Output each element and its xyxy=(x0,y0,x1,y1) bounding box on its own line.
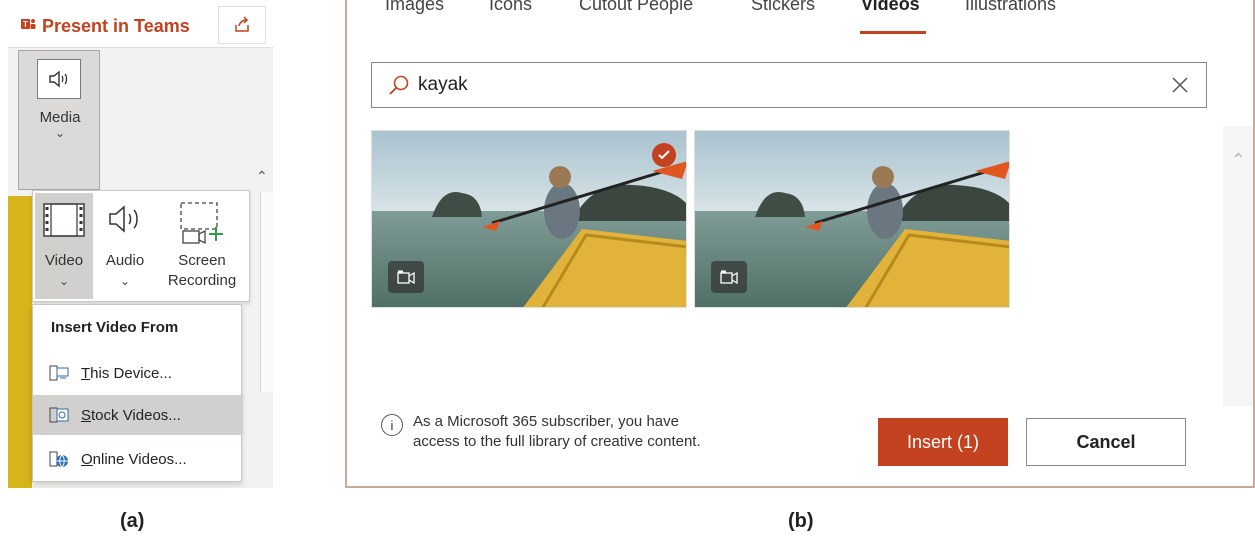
item-label-rest: tock Videos... xyxy=(91,406,181,424)
video-camera-icon xyxy=(711,261,747,293)
stock-video-icon xyxy=(49,406,69,424)
tab-illustrations[interactable]: Illustrations xyxy=(965,0,1056,15)
menu-header: Insert Video From xyxy=(51,319,179,336)
search-icon xyxy=(389,75,409,95)
info-text-line1: As a Microsoft 365 subscriber, you have xyxy=(413,413,679,430)
info-icon: i xyxy=(381,414,403,436)
svg-text:T: T xyxy=(23,20,28,29)
media-dropdown: Video ⌄ Audio ⌄ Screen Recording xyxy=(32,190,250,302)
device-video-icon xyxy=(49,364,69,382)
tab-videos[interactable]: Videos xyxy=(861,0,920,15)
chevron-down-icon: ⌄ xyxy=(54,126,66,140)
tab-bar: Images Icons Cutout People Stickers Vide… xyxy=(347,0,1253,40)
teams-icon: T xyxy=(20,16,36,37)
present-in-teams-label: Present in Teams xyxy=(42,15,190,36)
video-thumbnail[interactable] xyxy=(694,130,1010,308)
cancel-button[interactable]: Cancel xyxy=(1026,418,1186,466)
video-camera-icon xyxy=(388,261,424,293)
selected-check-icon xyxy=(652,143,676,167)
item-underline: O xyxy=(81,450,93,468)
teams-bar: T Present in Teams xyxy=(8,0,273,48)
video-button[interactable]: Video ⌄ xyxy=(35,193,93,299)
audio-button[interactable]: Audio ⌄ xyxy=(95,193,155,299)
info-text-line2: access to the full library of creative c… xyxy=(413,433,701,450)
screen-recording-icon xyxy=(179,201,227,250)
item-underline: S xyxy=(81,406,92,424)
screen-recording-label-line2: Recording xyxy=(167,272,237,289)
stock-media-dialog: Images Icons Cutout People Stickers Vide… xyxy=(345,0,1255,488)
chevron-down-icon: ⌄ xyxy=(58,274,70,288)
film-icon xyxy=(43,203,85,242)
video-label: Video xyxy=(44,252,84,269)
tab-cutout-people[interactable]: Cutout People xyxy=(579,0,693,15)
screen-recording-button[interactable]: Screen Recording xyxy=(155,193,249,299)
side-strip xyxy=(260,192,273,392)
audio-label: Audio xyxy=(105,252,145,269)
insert-video-menu: Insert Video From This Device... Stock V… xyxy=(32,304,243,482)
chevron-down-icon: ⌄ xyxy=(119,274,131,288)
menu-item-online-videos[interactable]: Online Videos... xyxy=(33,439,243,479)
screen-recording-label-line1: Screen xyxy=(178,252,226,269)
slide-thumbnail-edge xyxy=(8,196,32,488)
menu-item-stock-videos[interactable]: Stock Videos... xyxy=(33,395,243,435)
speaker-icon xyxy=(107,203,143,240)
collapse-caret-icon[interactable]: ⌃ xyxy=(256,168,268,185)
search-value: kayak xyxy=(418,74,468,95)
search-input[interactable]: kayak xyxy=(371,62,1207,108)
ribbon-panel: T Present in Teams Media ⌄ ⌃ Video ⌄ Aud… xyxy=(8,0,273,488)
tab-images[interactable]: Images xyxy=(385,0,444,15)
media-button[interactable]: Media ⌄ xyxy=(18,50,100,190)
insert-button[interactable]: Insert (1) xyxy=(878,418,1008,466)
item-label-rest: his Device... xyxy=(90,364,172,382)
item-underline: T xyxy=(81,364,91,382)
present-in-teams-button[interactable]: T Present in Teams xyxy=(14,8,210,44)
media-label: Media xyxy=(39,109,81,126)
share-icon xyxy=(235,16,249,32)
chevron-up-icon[interactable]: ⌃ xyxy=(1231,150,1246,171)
subscriber-info-text: As a Microsoft 365 subscriber, you have … xyxy=(413,412,793,452)
caption-a: (a) xyxy=(120,510,145,532)
menu-item-this-device[interactable]: This Device... xyxy=(33,353,243,393)
online-video-icon xyxy=(49,450,69,468)
tab-icons[interactable]: Icons xyxy=(489,0,532,15)
speaker-icon xyxy=(37,59,81,99)
active-tab-indicator xyxy=(860,31,926,34)
close-icon[interactable] xyxy=(1170,75,1190,95)
item-label-rest: nline Videos... xyxy=(92,450,187,468)
tab-stickers[interactable]: Stickers xyxy=(751,0,815,15)
video-thumbnail[interactable] xyxy=(371,130,687,308)
share-button[interactable] xyxy=(218,6,266,44)
caption-b: (b) xyxy=(788,510,814,532)
